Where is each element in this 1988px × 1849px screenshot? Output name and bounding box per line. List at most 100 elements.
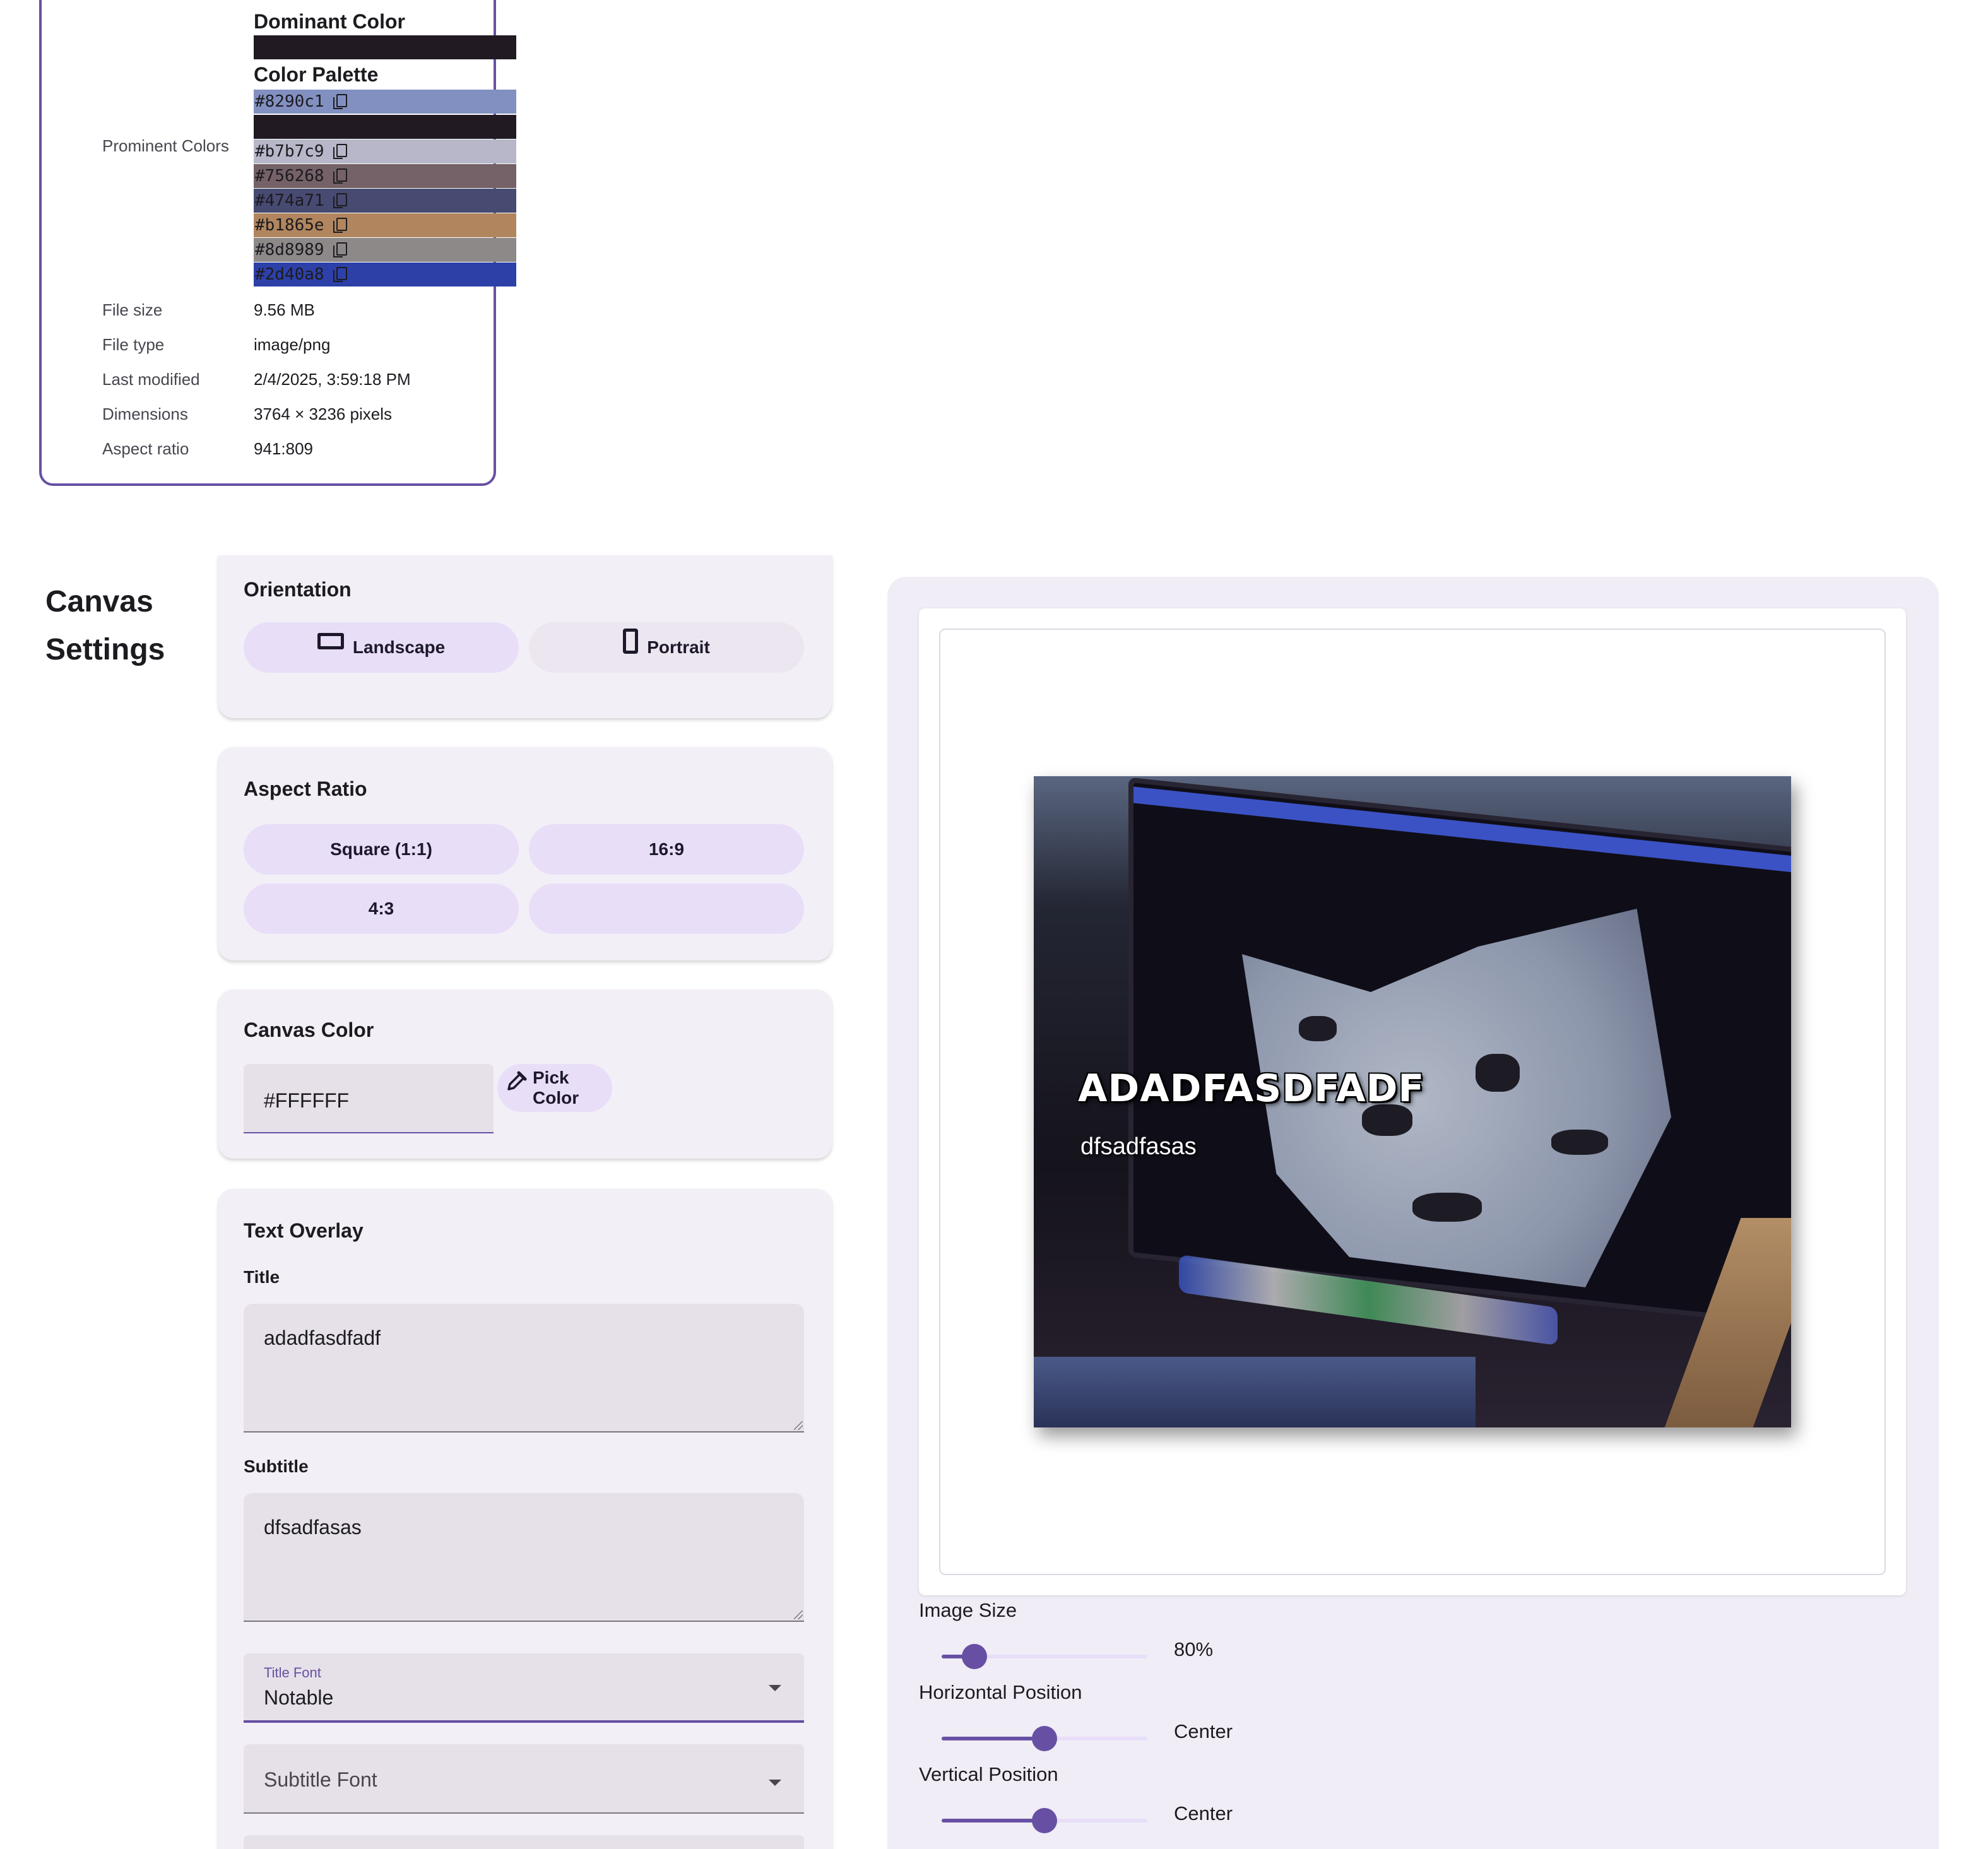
vertical-position-slider[interactable] bbox=[942, 1808, 1147, 1833]
file-size-label: File size bbox=[102, 300, 163, 319]
text-overlay-title: Text Overlay bbox=[244, 1219, 364, 1242]
palette-swatch: #474a71 bbox=[254, 189, 516, 213]
palette-swatch: #8d8989 bbox=[254, 238, 516, 262]
portrait-label: Portrait bbox=[647, 637, 710, 657]
chevron-down-icon bbox=[769, 1685, 781, 1691]
swatch-hex: #756268 bbox=[255, 167, 324, 186]
portrait-button[interactable]: Portrait bbox=[529, 622, 804, 673]
browser-bar-graphic bbox=[1133, 786, 1791, 876]
prominent-colors-label: Prominent Colors bbox=[102, 136, 229, 155]
title-field-label: Title bbox=[244, 1267, 280, 1287]
palette-swatch: #8290c1 bbox=[254, 90, 516, 114]
aspect-ratio-title: Aspect Ratio bbox=[244, 777, 367, 800]
dominant-color-swatch bbox=[254, 35, 516, 59]
ink-mark bbox=[1476, 1054, 1520, 1092]
title-textarea[interactable]: adadfasdfadf bbox=[244, 1304, 804, 1433]
copy-icon[interactable] bbox=[333, 242, 347, 257]
last-modified-label: Last modified bbox=[102, 370, 200, 389]
aspect-16-9-label: 16:9 bbox=[648, 839, 685, 859]
aspect-square-button[interactable]: Square (1:1) bbox=[244, 824, 519, 875]
aspect-extra-button[interactable] bbox=[529, 883, 804, 934]
subtitle-field-label: Subtitle bbox=[244, 1456, 309, 1476]
palette-swatch: #2d40a8 bbox=[254, 263, 516, 287]
title-font-select[interactable]: Title Font Notable bbox=[244, 1653, 804, 1723]
canvas-color-input[interactable]: #FFFFFF bbox=[244, 1064, 494, 1133]
ink-mark bbox=[1551, 1130, 1608, 1155]
resize-handle-icon[interactable] bbox=[794, 1610, 803, 1619]
title-textarea-value: adadfasdfadf bbox=[264, 1326, 381, 1349]
swatch-hex: #2d40a8 bbox=[255, 265, 324, 284]
vertical-position-label: Vertical Position bbox=[919, 1763, 1058, 1785]
ink-mark bbox=[1299, 1016, 1337, 1041]
aspect-4-3-label: 4:3 bbox=[368, 899, 394, 918]
preview-image: ADADFASDFADF dfsadfasas bbox=[1034, 776, 1791, 1427]
file-type-label: File type bbox=[102, 335, 165, 354]
title-font-label: Title Font bbox=[264, 1665, 321, 1681]
file-size-value: 9.56 MB bbox=[254, 300, 315, 319]
image-size-label: Image Size bbox=[919, 1599, 1017, 1621]
swatch-hex: #474a71 bbox=[255, 191, 324, 210]
keyboard-graphic bbox=[1034, 1357, 1476, 1427]
slider-thumb[interactable] bbox=[1032, 1808, 1057, 1833]
subtitle-font-select[interactable]: Subtitle Font bbox=[244, 1744, 804, 1814]
palette-swatch: #b7b7c9 bbox=[254, 139, 516, 163]
copy-icon[interactable] bbox=[333, 144, 347, 159]
aspect-16-9-button[interactable]: 16:9 bbox=[529, 824, 804, 875]
horizontal-position-slider[interactable] bbox=[942, 1726, 1147, 1751]
image-size-value: 80% bbox=[1174, 1638, 1214, 1660]
palette-swatch bbox=[254, 115, 516, 139]
swatch-hex: #8290c1 bbox=[255, 92, 324, 111]
slider-thumb[interactable] bbox=[1032, 1726, 1057, 1751]
aspect-4-3-button[interactable]: 4:3 bbox=[244, 883, 519, 934]
aspect-ratio-panel: Aspect Ratio Square (1:1) 16:9 4:3 bbox=[218, 747, 832, 960]
overlay-subtitle-text: dfsadfasas bbox=[1080, 1133, 1197, 1160]
orientation-title: Orientation bbox=[244, 578, 352, 601]
additional-font-select[interactable] bbox=[244, 1835, 804, 1849]
chevron-down-icon bbox=[769, 1780, 781, 1786]
palette-swatch: #b1865e bbox=[254, 213, 516, 237]
horizontal-position-value: Center bbox=[1174, 1720, 1233, 1742]
dominant-color-title: Dominant Color bbox=[254, 10, 405, 33]
dimensions-label: Dimensions bbox=[102, 405, 188, 423]
aspect-ratio-value: 941:809 bbox=[254, 439, 313, 458]
slider-fill bbox=[942, 1819, 1044, 1822]
aspect-ratio-label: Aspect ratio bbox=[102, 439, 189, 458]
subtitle-textarea[interactable]: dfsadfasas bbox=[244, 1493, 804, 1622]
slider-fill bbox=[942, 1737, 1044, 1740]
last-modified-value: 2/4/2025, 3:59:18 PM bbox=[254, 370, 411, 389]
title-font-value: Notable bbox=[264, 1686, 334, 1709]
vertical-position-value: Center bbox=[1174, 1802, 1233, 1824]
landscape-button[interactable]: Landscape bbox=[244, 622, 519, 673]
canvas-settings-heading-line2: Settings bbox=[45, 633, 165, 666]
copy-icon[interactable] bbox=[333, 218, 347, 233]
horizontal-position-label: Horizontal Position bbox=[919, 1681, 1082, 1703]
eyedropper-icon bbox=[507, 1071, 527, 1090]
copy-icon[interactable] bbox=[333, 267, 347, 282]
slider-thumb[interactable] bbox=[962, 1644, 988, 1669]
swatch-hex: #b7b7c9 bbox=[255, 142, 324, 161]
landscape-icon bbox=[317, 633, 344, 649]
pick-color-label: Pick Color bbox=[533, 1068, 579, 1108]
aspect-square-label: Square (1:1) bbox=[330, 839, 432, 859]
image-info-card: Dominant Color Color Palette Prominent C… bbox=[39, 0, 516, 486]
orientation-panel: Orientation Landscape Portrait bbox=[218, 555, 832, 718]
copy-icon[interactable] bbox=[333, 193, 347, 208]
file-type-value: image/png bbox=[254, 335, 331, 354]
resize-handle-icon[interactable] bbox=[794, 1421, 803, 1430]
page: Dominant Color Color Palette Prominent C… bbox=[0, 0, 1988, 1849]
copy-icon[interactable] bbox=[333, 168, 347, 184]
copy-icon[interactable] bbox=[333, 94, 347, 109]
subtitle-textarea-value: dfsadfasas bbox=[264, 1516, 362, 1539]
text-overlay-panel: Text Overlay Title adadfasdfadf Subtitle… bbox=[218, 1189, 832, 1849]
swatch-hex: #b1865e bbox=[255, 216, 324, 235]
palette-swatch: #756268 bbox=[254, 164, 516, 188]
canvas-color-title: Canvas Color bbox=[244, 1019, 374, 1041]
color-palette-title: Color Palette bbox=[254, 63, 379, 86]
image-size-slider[interactable] bbox=[942, 1644, 1147, 1669]
canvas-settings-heading: Canvas Settings bbox=[45, 578, 197, 674]
overlay-title-text: ADADFASDFADF bbox=[1078, 1066, 1425, 1111]
pick-color-button[interactable]: Pick Color bbox=[497, 1064, 612, 1112]
ink-mark bbox=[1412, 1193, 1482, 1222]
dimensions-value: 3764 × 3236 pixels bbox=[254, 405, 393, 423]
canvas-settings-heading-line1: Canvas bbox=[45, 585, 153, 618]
